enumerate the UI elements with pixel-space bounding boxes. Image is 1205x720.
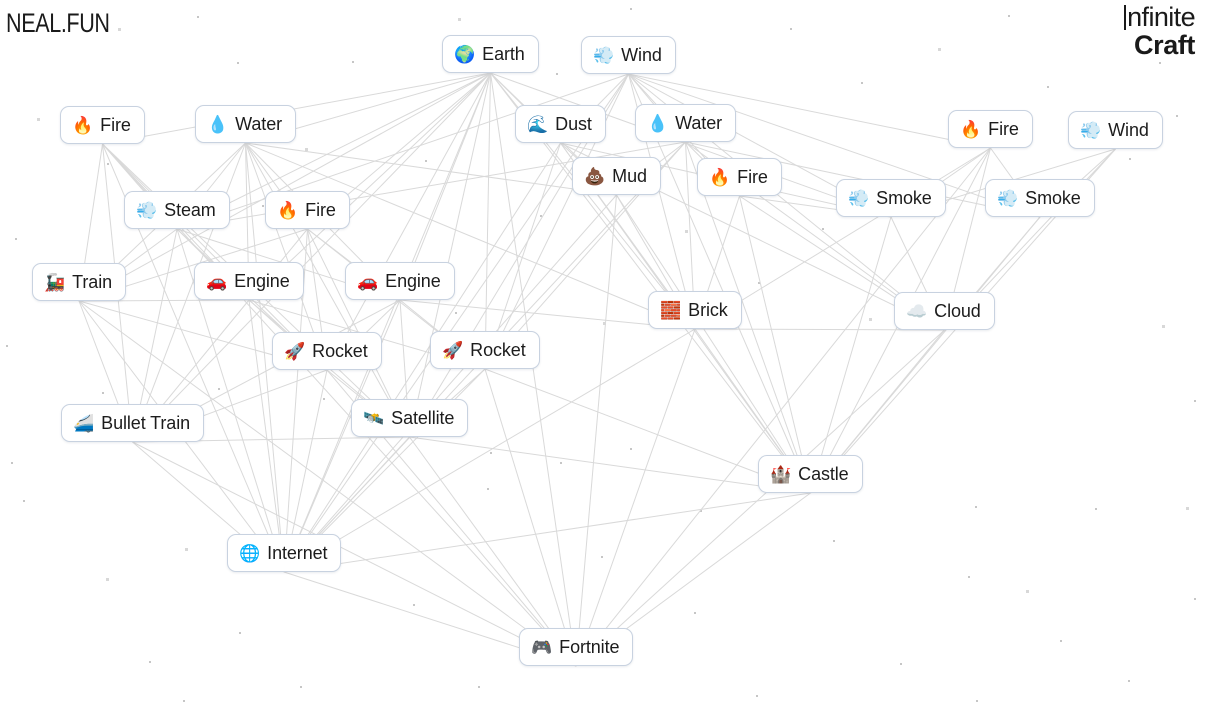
element-label: Satellite — [391, 408, 455, 428]
element-card-brick[interactable]: 🧱 Brick — [648, 291, 742, 329]
water-droplet-icon: 💧 — [647, 113, 669, 133]
element-label: Water — [675, 113, 723, 133]
element-label: Bullet Train — [101, 413, 191, 433]
element-card-water1[interactable]: 💧 Water — [195, 105, 297, 143]
game-controller-icon: 🎮 — [531, 637, 553, 657]
element-label: Earth — [482, 44, 525, 64]
infinite-text: nfinite — [1127, 2, 1195, 32]
element-card-wind2[interactable]: 💨 Wind — [1068, 111, 1163, 149]
element-label: Smoke — [1025, 188, 1081, 208]
element-label: Water — [235, 114, 283, 134]
neal-fun-logo[interactable]: NEAL.FUN — [6, 8, 110, 39]
smoke-dash-icon: 💨 — [848, 188, 870, 208]
element-card-engine1[interactable]: 🚗 Engine — [194, 262, 304, 300]
element-label: Fire — [737, 167, 768, 187]
element-card-fire4[interactable]: 🔥 Fire — [265, 191, 350, 229]
element-label: Engine — [385, 271, 441, 291]
water-droplet-icon: 💧 — [207, 114, 229, 134]
train-locomotive-icon: 🚂 — [44, 272, 66, 292]
element-card-rocket1[interactable]: 🚀 Rocket — [272, 332, 382, 370]
fire-icon: 🔥 — [960, 119, 982, 139]
element-label: Castle — [798, 464, 849, 484]
element-card-smoke1[interactable]: 💨 Smoke — [836, 179, 946, 217]
brick-icon: 🧱 — [660, 300, 682, 320]
element-card-smoke2[interactable]: 💨 Smoke — [985, 179, 1095, 217]
element-label: Rocket — [470, 340, 526, 360]
element-label: Wind — [621, 45, 662, 65]
element-card-bullettrain[interactable]: 🚄 Bullet Train — [61, 404, 205, 442]
element-card-rocket2[interactable]: 🚀 Rocket — [430, 331, 540, 369]
earth-globe-icon: 🌍 — [454, 44, 476, 64]
element-label: Fire — [100, 115, 131, 135]
element-label: Fortnite — [559, 637, 620, 657]
element-nodes-layer: 🌍 Earth 💨 Wind 🔥 Fire 💧 Water 🌊 Dust 💧 Water 🔥 Fire 💨 W… — [0, 0, 1205, 720]
element-label: Internet — [267, 543, 328, 563]
element-card-castle[interactable]: 🏰 Castle — [758, 455, 863, 493]
element-card-fire2[interactable]: 🔥 Fire — [948, 110, 1033, 148]
dust-wave-icon: 🌊 — [527, 114, 549, 134]
smoke-dash-icon: 💨 — [997, 188, 1019, 208]
element-card-steam[interactable]: 💨 Steam — [124, 191, 230, 229]
cursor-bar-icon — [1124, 5, 1127, 30]
element-label: Wind — [1108, 120, 1149, 140]
element-card-fire3[interactable]: 🔥 Fire — [697, 158, 782, 196]
infinite-craft-logo: nfinite Craft — [1124, 2, 1196, 60]
element-card-water2[interactable]: 💧 Water — [635, 104, 737, 142]
element-label: Mud — [612, 166, 647, 186]
element-label: Fire — [988, 119, 1019, 139]
element-card-internet[interactable]: 🌐 Internet — [227, 534, 342, 572]
element-card-earth[interactable]: 🌍 Earth — [442, 35, 539, 73]
satellite-icon: 🛰️ — [363, 408, 385, 428]
element-label: Smoke — [876, 188, 932, 208]
element-label: Brick — [688, 300, 728, 320]
element-label: Dust — [555, 114, 592, 134]
rocket-icon: 🚀 — [284, 341, 306, 361]
element-card-satellite[interactable]: 🛰️ Satellite — [351, 399, 469, 437]
element-card-fortnite[interactable]: 🎮 Fortnite — [519, 628, 634, 666]
bullet-train-icon: 🚄 — [73, 413, 95, 433]
element-card-engine2[interactable]: 🚗 Engine — [345, 262, 455, 300]
fire-icon: 🔥 — [709, 167, 731, 187]
steam-dash-icon: 💨 — [136, 200, 158, 220]
internet-globe-icon: 🌐 — [239, 543, 261, 563]
element-card-mud[interactable]: 💩 Mud — [572, 157, 661, 195]
cloud-icon: ☁️ — [906, 301, 928, 321]
element-label: Engine — [234, 271, 290, 291]
infinite-craft-canvas[interactable]: NEAL.FUN nfinite Craft 🌍 Earth 💨 Wind 🔥 Fire 💧… — [0, 0, 1205, 720]
element-card-fire1[interactable]: 🔥 Fire — [60, 106, 145, 144]
wind-dash-icon: 💨 — [1080, 120, 1102, 140]
element-card-wind1[interactable]: 💨 Wind — [581, 36, 676, 74]
car-engine-icon: 🚗 — [357, 271, 379, 291]
castle-icon: 🏰 — [770, 464, 792, 484]
wind-dash-icon: 💨 — [593, 45, 615, 65]
infinite-craft-logo-line2: Craft — [1133, 30, 1195, 60]
element-card-cloud[interactable]: ☁️ Cloud — [894, 292, 995, 330]
element-label: Train — [72, 272, 113, 292]
car-engine-icon: 🚗 — [206, 271, 228, 291]
element-label: Rocket — [312, 341, 368, 361]
element-label: Cloud — [934, 301, 981, 321]
infinite-craft-logo-line1: nfinite — [1124, 2, 1196, 32]
mud-pile-icon: 💩 — [584, 166, 606, 186]
element-label: Fire — [305, 200, 336, 220]
element-card-dust[interactable]: 🌊 Dust — [515, 105, 606, 143]
element-label: Steam — [164, 200, 216, 220]
element-card-train[interactable]: 🚂 Train — [32, 263, 127, 301]
rocket-icon: 🚀 — [442, 340, 464, 360]
fire-icon: 🔥 — [277, 200, 299, 220]
fire-icon: 🔥 — [72, 115, 94, 135]
